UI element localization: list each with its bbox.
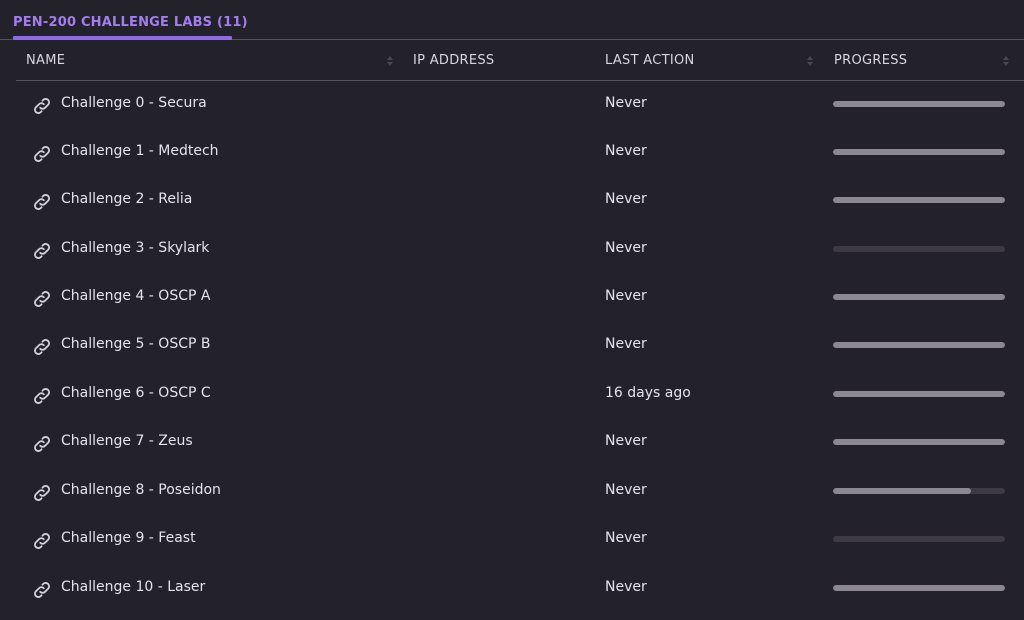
progress-fill [833, 342, 1005, 348]
sort-icon[interactable] [806, 54, 814, 68]
progress-fill [833, 391, 1005, 397]
challenge-labs-page: PEN-200 CHALLENGE LABS (11) NAME IP ADDR… [0, 0, 1024, 620]
challenge-name[interactable]: Challenge 10 - Laser [61, 565, 205, 609]
progress-bar [833, 197, 1005, 203]
progress-fill [833, 585, 1005, 591]
sort-icon[interactable] [386, 54, 394, 68]
progress-bar [833, 488, 1005, 494]
link-icon[interactable] [30, 529, 54, 553]
last-action: Never [605, 530, 647, 546]
link-icon[interactable] [30, 94, 54, 118]
table-row[interactable]: Challenge 3 - Skylark Never [16, 226, 1024, 274]
link-icon[interactable] [30, 287, 54, 311]
column-header-progress[interactable]: PROGRESS [834, 41, 907, 80]
table-row[interactable]: Challenge 2 - Relia Never [16, 177, 1024, 225]
challenge-name[interactable]: Challenge 8 - Poseidon [61, 468, 221, 512]
column-header-last-action[interactable]: LAST ACTION [605, 41, 695, 80]
last-action: Never [605, 336, 647, 352]
progress-bar [833, 391, 1005, 397]
progress-fill [833, 101, 1005, 107]
challenge-name[interactable]: Challenge 4 - OSCP A [61, 274, 210, 318]
challenge-name[interactable]: Challenge 2 - Relia [61, 177, 192, 221]
table-row[interactable]: Challenge 0 - Secura Never [16, 81, 1024, 129]
challenge-name[interactable]: Challenge 6 - OSCP C [61, 371, 211, 415]
progress-bar [833, 342, 1005, 348]
challenge-name[interactable]: Challenge 3 - Skylark [61, 226, 209, 270]
link-icon[interactable] [30, 384, 54, 408]
progress-fill [833, 197, 1005, 203]
link-icon[interactable] [30, 142, 54, 166]
progress-bar [833, 439, 1005, 445]
link-icon[interactable] [30, 578, 54, 602]
last-action: Never [605, 95, 647, 111]
last-action: Never [605, 143, 647, 159]
tab-challenge-labs[interactable]: PEN-200 CHALLENGE LABS (11) [13, 15, 248, 30]
progress-bar [833, 246, 1005, 252]
last-action: Never [605, 579, 647, 595]
progress-bar [833, 585, 1005, 591]
challenge-name[interactable]: Challenge 5 - OSCP B [61, 322, 210, 366]
link-icon[interactable] [30, 335, 54, 359]
last-action: 16 days ago [605, 385, 691, 401]
tab-bar: PEN-200 CHALLENGE LABS (11) [0, 0, 1024, 40]
table-row[interactable]: Challenge 9 - Feast Never [16, 516, 1024, 564]
progress-bar [833, 101, 1005, 107]
challenge-name[interactable]: Challenge 1 - Medtech [61, 129, 219, 173]
progress-bar [833, 294, 1005, 300]
progress-fill [833, 439, 1005, 445]
link-icon[interactable] [30, 432, 54, 456]
progress-fill [833, 149, 1005, 155]
table-row[interactable]: Challenge 1 - Medtech Never [16, 129, 1024, 177]
table-header: NAME IP ADDRESS LAST ACTION PROGRESS [16, 41, 1024, 81]
last-action: Never [605, 482, 647, 498]
table-row[interactable]: Challenge 8 - Poseidon Never [16, 468, 1024, 516]
link-icon[interactable] [30, 481, 54, 505]
last-action: Never [605, 433, 647, 449]
sort-icon[interactable] [1002, 54, 1010, 68]
last-action: Never [605, 191, 647, 207]
column-header-name[interactable]: NAME [26, 41, 65, 80]
table-row[interactable]: Challenge 4 - OSCP A Never [16, 274, 1024, 322]
link-icon[interactable] [30, 239, 54, 263]
table-row[interactable]: Challenge 5 - OSCP B Never [16, 322, 1024, 370]
link-icon[interactable] [30, 190, 54, 214]
table-row[interactable]: Challenge 6 - OSCP C 16 days ago [16, 371, 1024, 419]
progress-bar [833, 149, 1005, 155]
progress-bar [833, 536, 1005, 542]
column-header-ip-address: IP ADDRESS [413, 53, 495, 68]
active-tab-indicator [13, 36, 232, 40]
progress-fill [833, 488, 971, 494]
challenge-name[interactable]: Challenge 0 - Secura [61, 81, 207, 125]
last-action: Never [605, 288, 647, 304]
table-row[interactable]: Challenge 7 - Zeus Never [16, 419, 1024, 467]
challenge-name[interactable]: Challenge 9 - Feast [61, 516, 196, 560]
progress-fill [833, 294, 1005, 300]
table-row[interactable]: Challenge 10 - Laser Never [16, 565, 1024, 613]
last-action: Never [605, 240, 647, 256]
challenge-name[interactable]: Challenge 7 - Zeus [61, 419, 193, 463]
